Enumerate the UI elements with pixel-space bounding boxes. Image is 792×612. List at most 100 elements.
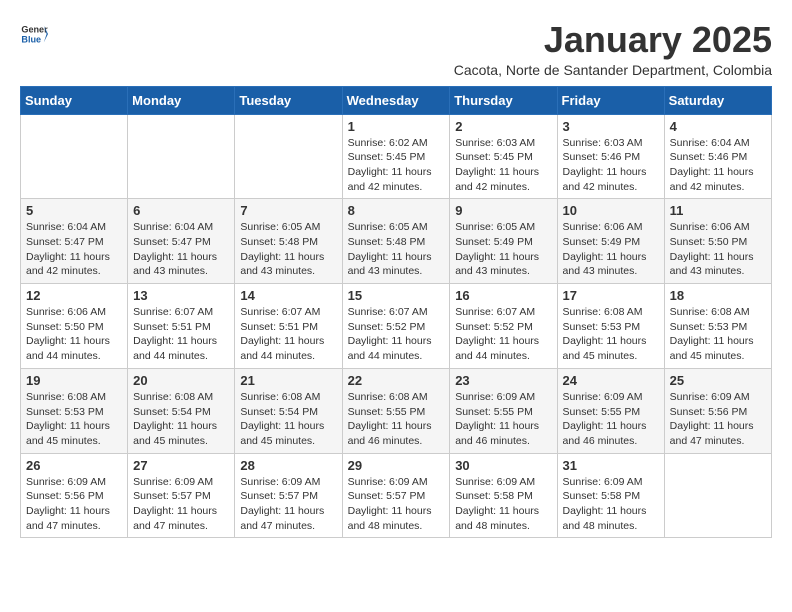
day-number: 2 — [455, 119, 551, 134]
day-info: Sunrise: 6:06 AMSunset: 5:49 PMDaylight:… — [563, 220, 659, 279]
day-number: 1 — [348, 119, 445, 134]
day-number: 15 — [348, 288, 445, 303]
day-number: 21 — [240, 373, 336, 388]
calendar-day-header: Monday — [128, 86, 235, 114]
day-number: 11 — [670, 203, 766, 218]
calendar-cell: 19 Sunrise: 6:08 AMSunset: 5:53 PMDayligh… — [21, 368, 128, 453]
day-info: Sunrise: 6:08 AMSunset: 5:54 PMDaylight:… — [240, 390, 336, 449]
day-info: Sunrise: 6:09 AMSunset: 5:57 PMDaylight:… — [133, 475, 229, 534]
day-number: 5 — [26, 203, 122, 218]
calendar-cell: 6Sunrise: 6:04 AMSunset: 5:47 PMDaylight… — [128, 199, 235, 284]
day-number: 19 — [26, 373, 122, 388]
calendar-cell — [664, 453, 771, 538]
day-info: Sunrise: 6:07 AMSunset: 5:51 PMDaylight:… — [240, 305, 336, 364]
day-info: Sunrise: 6:07 AMSunset: 5:52 PMDaylight:… — [348, 305, 445, 364]
day-number: 4 — [670, 119, 766, 134]
calendar-cell: 16 Sunrise: 6:07 AMSunset: 5:52 PMDayligh… — [450, 284, 557, 369]
day-number: 27 — [133, 458, 229, 473]
day-number: 3 — [563, 119, 659, 134]
calendar-cell: 30 Sunrise: 6:09 AMSunset: 5:58 PMDayligh… — [450, 453, 557, 538]
day-number: 7 — [240, 203, 336, 218]
day-info: Sunrise: 6:03 AMSunset: 5:45 PMDaylight:… — [455, 136, 551, 195]
day-number: 18 — [670, 288, 766, 303]
day-info: Sunrise: 6:05 AMSunset: 5:49 PMDaylight:… — [455, 220, 551, 279]
day-info: Sunrise: 6:09 AMSunset: 5:57 PMDaylight:… — [348, 475, 445, 534]
day-info: Sunrise: 6:04 AMSunset: 5:47 PMDaylight:… — [133, 220, 229, 279]
day-info: Sunrise: 6:08 AMSunset: 5:55 PMDaylight:… — [348, 390, 445, 449]
calendar-week-row: 5 Sunrise: 6:04 AMSunset: 5:47 PMDaylight… — [21, 199, 772, 284]
day-number: 8 — [348, 203, 445, 218]
calendar-cell: 8 Sunrise: 6:05 AMSunset: 5:48 PMDaylight… — [342, 199, 450, 284]
day-info: Sunrise: 6:09 AMSunset: 5:55 PMDaylight:… — [563, 390, 659, 449]
calendar-cell — [235, 114, 342, 199]
day-number: 20 — [133, 373, 229, 388]
day-info: Sunrise: 6:09 AMSunset: 5:56 PMDaylight:… — [26, 475, 122, 534]
day-info: Sunrise: 6:08 AMSunset: 5:53 PMDaylight:… — [670, 305, 766, 364]
day-number: 14 — [240, 288, 336, 303]
day-info: Sunrise: 6:05 AMSunset: 5:48 PMDaylight:… — [348, 220, 445, 279]
calendar-cell: 2 Sunrise: 6:03 AMSunset: 5:45 PMDaylight… — [450, 114, 557, 199]
calendar-header-row: SundayMondayTuesdayWednesdayThursdayFrid… — [21, 86, 772, 114]
subtitle: Cacota, Norte de Santander Department, C… — [454, 62, 772, 78]
day-info: Sunrise: 6:08 AMSunset: 5:54 PMDaylight:… — [133, 390, 229, 449]
calendar-cell: 7Sunrise: 6:05 AMSunset: 5:48 PMDaylight… — [235, 199, 342, 284]
day-info: Sunrise: 6:08 AMSunset: 5:53 PMDaylight:… — [26, 390, 122, 449]
calendar-week-row: 19 Sunrise: 6:08 AMSunset: 5:53 PMDayligh… — [21, 368, 772, 453]
calendar-week-row: 1Sunrise: 6:02 AMSunset: 5:45 PMDaylight… — [21, 114, 772, 199]
day-number: 30 — [455, 458, 551, 473]
calendar-cell: 13Sunrise: 6:07 AMSunset: 5:51 PMDayligh… — [128, 284, 235, 369]
logo: General Blue — [20, 20, 48, 48]
calendar-cell: 27 Sunrise: 6:09 AMSunset: 5:57 PMDayligh… — [128, 453, 235, 538]
day-number: 10 — [563, 203, 659, 218]
calendar-cell: 12 Sunrise: 6:06 AMSunset: 5:50 PMDayligh… — [21, 284, 128, 369]
calendar-cell: 23 Sunrise: 6:09 AMSunset: 5:55 PMDayligh… — [450, 368, 557, 453]
calendar-cell: 31 Sunrise: 6:09 AMSunset: 5:58 PMDayligh… — [557, 453, 664, 538]
calendar-cell: 4Sunrise: 6:04 AMSunset: 5:46 PMDaylight… — [664, 114, 771, 199]
day-info: Sunrise: 6:09 AMSunset: 5:55 PMDaylight:… — [455, 390, 551, 449]
svg-text:Blue: Blue — [21, 34, 41, 44]
calendar-cell: 15 Sunrise: 6:07 AMSunset: 5:52 PMDayligh… — [342, 284, 450, 369]
calendar-cell — [21, 114, 128, 199]
calendar-cell: 5Sunrise: 6:04 AMSunset: 5:47 PMDaylight… — [21, 199, 128, 284]
header-area: General Blue January 2025 Cacota, Norte … — [20, 20, 772, 78]
calendar-day-header: Sunday — [21, 86, 128, 114]
calendar: SundayMondayTuesdayWednesdayThursdayFrid… — [20, 86, 772, 539]
day-number: 23 — [455, 373, 551, 388]
calendar-cell: 25 Sunrise: 6:09 AMSunset: 5:56 PMDayligh… — [664, 368, 771, 453]
day-number: 25 — [670, 373, 766, 388]
day-info: Sunrise: 6:06 AMSunset: 5:50 PMDaylight:… — [670, 220, 766, 279]
calendar-cell: 17Sunrise: 6:08 AMSunset: 5:53 PMDayligh… — [557, 284, 664, 369]
day-info: Sunrise: 6:08 AMSunset: 5:53 PMDaylight:… — [563, 305, 659, 364]
calendar-cell: 10 Sunrise: 6:06 AMSunset: 5:49 PMDayligh… — [557, 199, 664, 284]
day-info: Sunrise: 6:09 AMSunset: 5:58 PMDaylight:… — [455, 475, 551, 534]
calendar-day-header: Friday — [557, 86, 664, 114]
month-title: January 2025 — [454, 20, 772, 60]
day-number: 26 — [26, 458, 122, 473]
calendar-week-row: 26 Sunrise: 6:09 AMSunset: 5:56 PMDayligh… — [21, 453, 772, 538]
day-number: 9 — [455, 203, 551, 218]
calendar-cell: 26 Sunrise: 6:09 AMSunset: 5:56 PMDayligh… — [21, 453, 128, 538]
calendar-cell: 29 Sunrise: 6:09 AMSunset: 5:57 PMDayligh… — [342, 453, 450, 538]
day-number: 16 — [455, 288, 551, 303]
logo-icon: General Blue — [20, 20, 48, 48]
day-number: 29 — [348, 458, 445, 473]
day-info: Sunrise: 6:09 AMSunset: 5:56 PMDaylight:… — [670, 390, 766, 449]
day-info: Sunrise: 6:06 AMSunset: 5:50 PMDaylight:… — [26, 305, 122, 364]
calendar-day-header: Saturday — [664, 86, 771, 114]
calendar-cell: 24Sunrise: 6:09 AMSunset: 5:55 PMDayligh… — [557, 368, 664, 453]
calendar-cell: 22Sunrise: 6:08 AMSunset: 5:55 PMDayligh… — [342, 368, 450, 453]
day-number: 12 — [26, 288, 122, 303]
calendar-day-header: Wednesday — [342, 86, 450, 114]
day-info: Sunrise: 6:09 AMSunset: 5:58 PMDaylight:… — [563, 475, 659, 534]
calendar-cell: 20 Sunrise: 6:08 AMSunset: 5:54 PMDayligh… — [128, 368, 235, 453]
calendar-cell: 3Sunrise: 6:03 AMSunset: 5:46 PMDaylight… — [557, 114, 664, 199]
day-number: 28 — [240, 458, 336, 473]
calendar-cell: 21 Sunrise: 6:08 AMSunset: 5:54 PMDayligh… — [235, 368, 342, 453]
day-info: Sunrise: 6:07 AMSunset: 5:52 PMDaylight:… — [455, 305, 551, 364]
calendar-cell: 28Sunrise: 6:09 AMSunset: 5:57 PMDayligh… — [235, 453, 342, 538]
day-number: 31 — [563, 458, 659, 473]
calendar-day-header: Thursday — [450, 86, 557, 114]
calendar-cell: 14 Sunrise: 6:07 AMSunset: 5:51 PMDayligh… — [235, 284, 342, 369]
day-number: 13 — [133, 288, 229, 303]
calendar-cell: 1Sunrise: 6:02 AMSunset: 5:45 PMDaylight… — [342, 114, 450, 199]
